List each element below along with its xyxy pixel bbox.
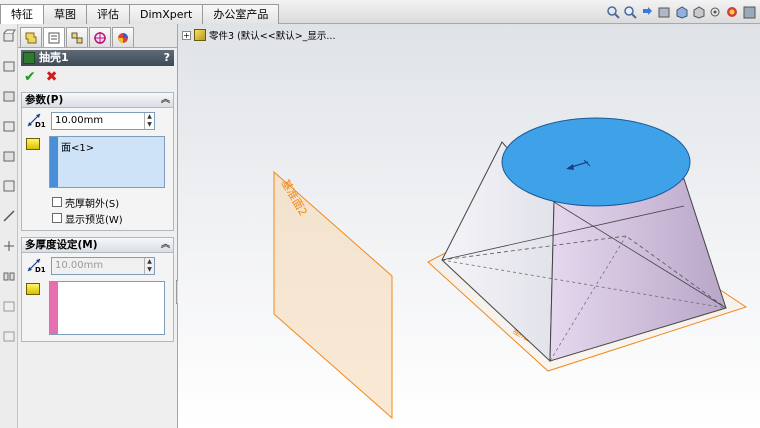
dimension-tag: D1 — [35, 266, 46, 274]
ok-button[interactable]: ✔ — [24, 69, 36, 85]
parameters-group-title: 参数(P) — [25, 94, 64, 106]
property-manager-icon — [48, 32, 60, 43]
shell-thickness-value: 10.00mm — [55, 115, 104, 126]
edit-appearance-icon[interactable] — [725, 5, 739, 19]
section-view-icon[interactable] — [657, 5, 671, 19]
show-preview-label: 显示预览(W) — [65, 214, 123, 226]
parameters-group: 参数(P) ︽ D1 10.00mm ▲ ▼ 面<1> 壳厚朝外(S) 显示预览… — [21, 92, 174, 231]
feature-manager-tab[interactable] — [20, 27, 42, 47]
multi-thickness-group-title: 多厚度设定(M) — [25, 239, 98, 251]
scene-icon[interactable] — [742, 5, 756, 19]
multi-faces-selection-content — [58, 282, 164, 334]
shell-thickness-input[interactable]: 10.00mm ▲ ▼ — [51, 112, 155, 130]
shell-outward-checkbox[interactable] — [52, 197, 62, 207]
shell-outward-label: 壳厚朝外(S) — [65, 198, 120, 210]
multi-thickness-group: 多厚度设定(M) ︽ D1 10.00mm ▲ ▼ — [21, 237, 174, 342]
show-preview-checkbox[interactable] — [52, 213, 62, 223]
multi-thickness-value: 10.00mm — [55, 260, 104, 271]
graphics-area[interactable]: + 零件3 (默认<<默认>_显示... 基准面2 基准面 — [178, 24, 760, 428]
loft-icon[interactable] — [2, 119, 16, 133]
mirror-icon[interactable] — [2, 269, 16, 283]
extrude-boss-icon[interactable] — [2, 29, 16, 43]
previous-view-icon[interactable] — [640, 5, 654, 19]
sketch-line-icon[interactable] — [2, 209, 16, 223]
configuration-manager-tab[interactable] — [66, 27, 88, 47]
property-manager-tab[interactable] — [43, 27, 65, 47]
zoom-to-fit-icon[interactable] — [606, 5, 620, 19]
multi-thickness-row: D1 10.00mm ▲ ▼ — [22, 253, 173, 275]
tab-features[interactable]: 特征 — [0, 4, 44, 25]
show-preview-checkbox-row[interactable]: 显示预览(W) — [22, 210, 173, 226]
selection-color-stripe — [50, 137, 58, 187]
multi-thickness-dimension-icon: D1 — [26, 257, 46, 275]
reference-plane-2[interactable] — [273, 170, 393, 420]
ok-cancel-row: ✔ ✖ — [18, 66, 177, 88]
hide-show-items-icon[interactable] — [708, 5, 722, 19]
zoom-area-icon[interactable] — [623, 5, 637, 19]
thickness-row: D1 10.00mm ▲ ▼ — [22, 108, 173, 130]
command-manager-tabbar: 特征 草图 评估 DimXpert 办公室产品 — [0, 0, 760, 25]
multi-thickness-spinner[interactable]: ▲ ▼ — [144, 258, 154, 274]
collapse-chevron-icon[interactable]: ︽ — [161, 238, 170, 252]
tab-sketch[interactable]: 草图 — [43, 4, 87, 24]
cancel-button[interactable]: ✖ — [46, 69, 58, 85]
multi-thickness-group-header[interactable]: 多厚度设定(M) ︽ — [22, 238, 173, 253]
wrap-icon[interactable] — [2, 329, 16, 343]
multi-thickness-faces-box[interactable] — [49, 281, 165, 335]
command-tabs: 特征 草图 评估 DimXpert 办公室产品 — [0, 4, 280, 25]
tab-office-products[interactable]: 办公室产品 — [202, 4, 280, 24]
sweep-icon[interactable] — [2, 89, 16, 103]
parameters-group-header[interactable]: 参数(P) ︽ — [22, 93, 173, 108]
faces-row: 面<1> — [22, 130, 173, 188]
dimxpert-icon — [94, 31, 106, 44]
heads-up-toolbar — [606, 5, 756, 19]
faces-to-remove-icon — [26, 138, 40, 150]
thickness-spinner[interactable]: ▲ ▼ — [144, 113, 154, 129]
help-button[interactable]: ? — [164, 50, 170, 66]
multi-faces-row — [22, 275, 173, 341]
extrude-cut-icon[interactable] — [2, 149, 16, 163]
feature-title: 抽壳1 — [39, 51, 69, 64]
tab-dimxpert[interactable]: DimXpert — [129, 4, 204, 24]
view-orientation-icon[interactable] — [674, 5, 688, 19]
thickness-dimension-icon: D1 — [26, 112, 46, 130]
shell-feature-icon — [23, 52, 35, 64]
multi-thickness-faces-icon — [26, 283, 40, 295]
feature-manager-icon — [25, 32, 37, 43]
selected-face-item[interactable]: 面<1> — [61, 139, 161, 154]
selected-top-face[interactable] — [501, 117, 691, 207]
tab-evaluate[interactable]: 评估 — [86, 4, 130, 24]
rib-icon[interactable] — [2, 299, 16, 313]
display-manager-tab[interactable] — [112, 27, 134, 47]
multi-selection-color-stripe — [50, 282, 58, 334]
left-toolbar — [0, 24, 18, 428]
display-style-icon[interactable] — [691, 5, 705, 19]
faces-selection-content: 面<1> — [58, 137, 164, 187]
reference-geometry-icon[interactable] — [2, 239, 16, 253]
dimension-tag: D1 — [35, 121, 46, 129]
fillet-icon[interactable] — [2, 179, 16, 193]
feature-title-bar: 抽壳1 ? — [21, 50, 174, 66]
revolve-boss-icon[interactable] — [2, 59, 16, 73]
shell-outward-checkbox-row[interactable]: 壳厚朝外(S) — [22, 194, 173, 210]
configuration-manager-icon — [71, 32, 83, 43]
faces-selection-box[interactable]: 面<1> — [49, 136, 165, 188]
multi-thickness-input[interactable]: 10.00mm ▲ ▼ — [51, 257, 155, 275]
dimxpert-manager-tab[interactable] — [89, 27, 111, 47]
property-manager-panel: 抽壳1 ? ✔ ✖ 参数(P) ︽ D1 10.00mm ▲ ▼ 面<1> 壳厚… — [18, 24, 178, 428]
display-manager-icon — [118, 32, 128, 43]
manager-tabs — [18, 24, 177, 48]
model-scene: 基准面2 基准面 — [273, 117, 748, 420]
collapse-chevron-icon[interactable]: ︽ — [161, 93, 170, 107]
